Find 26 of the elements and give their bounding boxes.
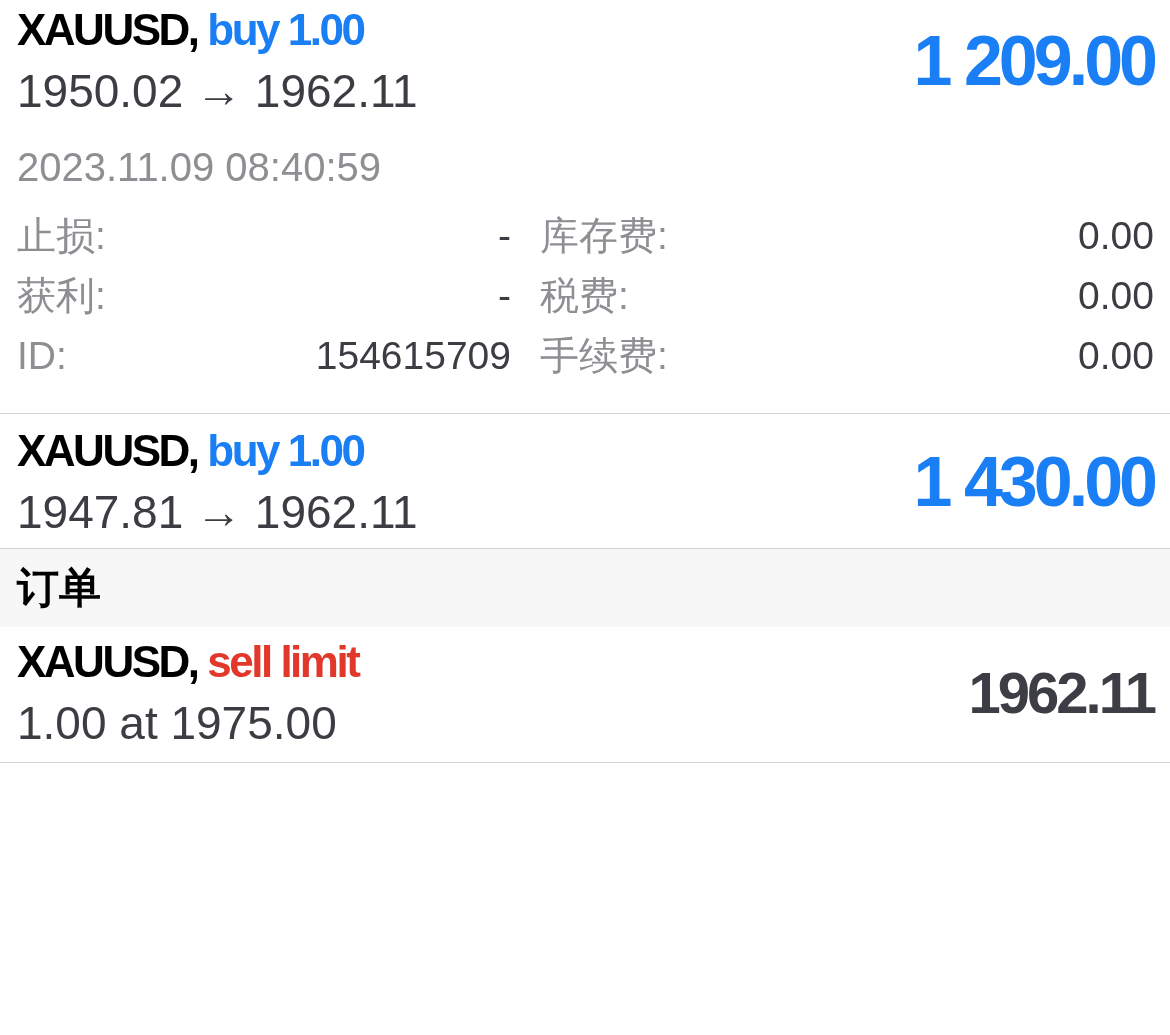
order-volume-price: 1.00 at 1975.00	[17, 697, 337, 749]
detail-label: 手续费:	[540, 333, 668, 379]
detail-label: 获利:	[17, 273, 106, 319]
profit-amount: 1 430.00	[913, 442, 1154, 522]
trade-side: sell limit	[207, 637, 359, 686]
section-header: 订单	[0, 549, 1170, 627]
symbol-text: XAUUSD,	[17, 637, 198, 686]
open-time: 2023.11.09 08:40:59	[17, 144, 382, 191]
detail-value: 0.00	[1078, 274, 1154, 318]
detail-label: 库存费:	[540, 213, 668, 259]
detail-value: 0.00	[1078, 334, 1154, 378]
symbol-text: XAUUSD,	[17, 426, 198, 475]
detail-label: 止损:	[17, 213, 106, 259]
detail-value: 0.00	[1078, 214, 1154, 258]
detail-value: -	[498, 274, 511, 318]
symbol-text: XAUUSD,	[17, 5, 198, 54]
trade-side: buy 1.00	[207, 426, 364, 475]
trade-side: buy 1.00	[207, 5, 364, 54]
price-range: 1950.02 → 1962.11	[17, 65, 418, 117]
detail-value: 154615709	[315, 334, 511, 378]
profit-amount: 1 209.00	[913, 21, 1154, 101]
detail-label: 税费:	[540, 273, 629, 319]
detail-value: -	[498, 214, 511, 258]
price-range: 1947.81 → 1962.11	[17, 486, 418, 538]
detail-label: ID:	[17, 334, 67, 378]
current-price: 1962.11	[968, 660, 1154, 726]
